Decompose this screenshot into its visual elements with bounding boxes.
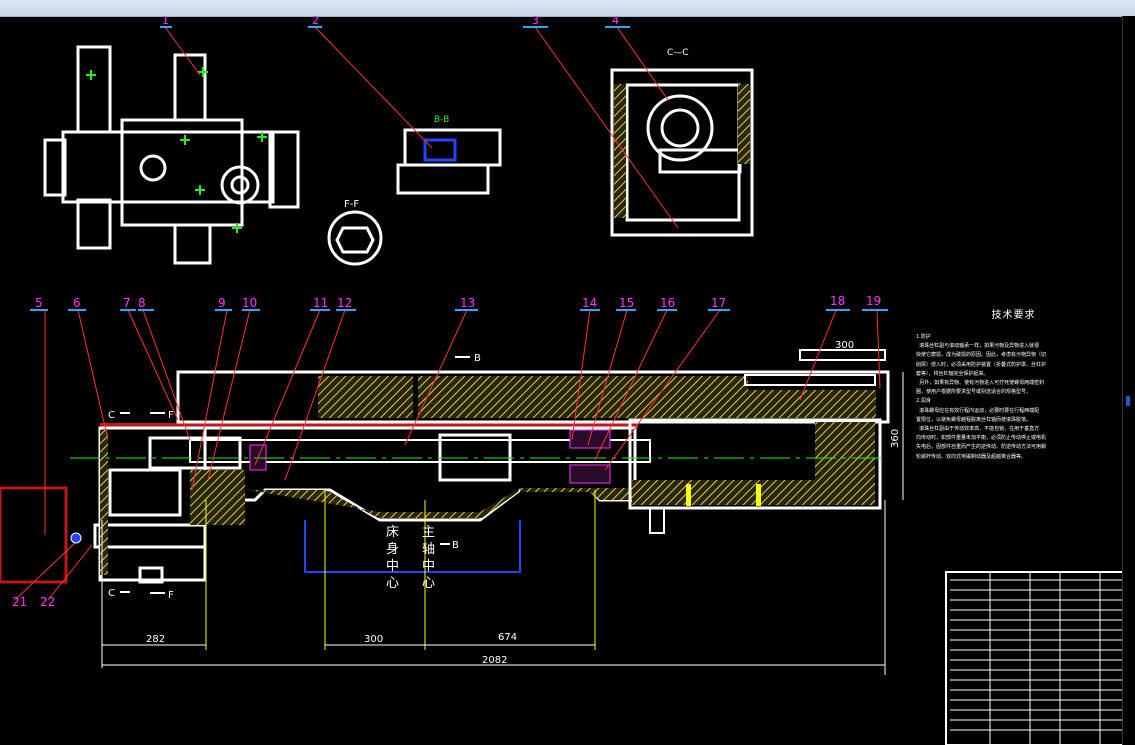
upper-slot	[744, 374, 876, 386]
callout-22: 22	[40, 595, 55, 609]
callout-16: 16	[660, 296, 675, 310]
callout-9: 9	[218, 296, 226, 310]
stop-block-1	[686, 484, 691, 506]
callout-6: 6	[73, 296, 81, 310]
dimension-2082: 2082	[482, 655, 507, 666]
marker-b-bottom: B	[452, 540, 459, 551]
section-bb-label: B-B	[434, 115, 449, 125]
tech-requirement-line: 滚珠丝杠副由于传动效率高，不能自锁，在用于垂直方	[916, 426, 1040, 433]
callout-1: 1	[162, 14, 169, 27]
tech-requirement-line: 置限位，以避免螺母越程脱离丝杠轴而使滚珠脱落。	[916, 416, 1032, 423]
callout-14: 14	[582, 296, 597, 310]
callout-13: 13	[460, 296, 475, 310]
tech-requirement-line: 失电后，因部件自重而产生的逆传动。防逆传动方法可用蜗	[916, 444, 1047, 451]
section-cc-view	[610, 68, 754, 237]
upper-rail	[799, 349, 886, 361]
tech-requirement-line: 2.润滑	[916, 398, 931, 405]
top-left-view	[43, 45, 300, 265]
lower-housing-hatch	[248, 488, 635, 518]
callout-3: 3	[532, 14, 539, 27]
right-housing-hatch	[632, 480, 875, 505]
section-cc-label: C—C	[667, 48, 689, 58]
scroll-thumb[interactable]	[1126, 396, 1130, 406]
callout-10: 10	[242, 296, 257, 310]
tech-requirement-line: 快使它磨损，成为破损的原因。因此，考虑有污物异物（切	[916, 352, 1047, 359]
section-cc-wall-right	[738, 84, 750, 164]
lower-housing	[180, 426, 637, 522]
right-foot	[649, 507, 665, 534]
tech-requirement-line: 削屑）侵入时，必须采用防护装置（折叠式防护罩、丝杠护	[916, 361, 1047, 368]
callout-11: 11	[313, 296, 328, 310]
spindle-center-label: 主轴中心	[422, 525, 436, 591]
callout-18: 18	[830, 294, 845, 308]
motor-coupling-marker	[70, 532, 82, 544]
dimension-360: 360	[890, 429, 901, 448]
tech-requirements-body: 1.防护 滚珠丝杠副与滚动轴承一样，如果污物及异物进入就很 快使它磨损，成为破损的…	[916, 333, 1111, 462]
marker-f-bottom: F	[168, 590, 174, 601]
tech-requirements: 技术要求 1.防护 滚珠丝杠副与滚动轴承一样，如果污物及异物进入就很 快使它磨损，…	[916, 306, 1111, 462]
callout-8: 8	[138, 296, 146, 310]
tech-requirement-line: 套等），将丝杠轴完全保护起来。	[916, 370, 989, 377]
bearing-pink-2	[569, 464, 611, 484]
dimension-300: 300	[364, 634, 383, 645]
section-cc-wall-left	[614, 84, 626, 218]
marker-b-top: B	[474, 353, 481, 364]
callout-15: 15	[619, 296, 634, 310]
bed-center-label-box: 床身中心	[386, 525, 400, 591]
callout-7: 7	[123, 296, 131, 310]
upper-housing-hatch-1	[318, 376, 413, 418]
tech-requirement-line: 向传动时，如部件重量未加平衡，必须防止传动停止或电机	[916, 435, 1047, 442]
callout-2: 2	[312, 14, 319, 27]
callout-12: 12	[337, 296, 352, 310]
upper-housing-hatch-3	[748, 390, 876, 418]
section-bb-view	[396, 128, 502, 195]
spindle-center-label-box: 主轴中心	[422, 525, 436, 591]
title-block	[945, 571, 1133, 745]
dimension-282: 282	[146, 634, 165, 645]
callout-17: 17	[711, 296, 726, 310]
callout-4: 4	[612, 14, 619, 27]
section-ff-label: F-F	[344, 199, 359, 210]
tech-requirement-line: 轮蜗杆传动、双向式电磁制动器及超越离合器等。	[916, 453, 1027, 460]
upper-housing-hatch-2	[418, 376, 748, 418]
main-leader-lines	[14, 309, 881, 601]
bed-center-label: 床身中心	[386, 525, 400, 591]
tech-requirement-line: 另外，如果有异物、使有污物进入可拧死使螺母两端密封	[916, 380, 1045, 387]
title-block-grid	[950, 572, 1132, 745]
dimension-300-top: 300	[835, 340, 854, 351]
tech-requirements-title: 技术要求	[991, 310, 1036, 321]
marker-c-bottom: C	[108, 588, 115, 599]
dimension-674: 674	[498, 632, 517, 643]
section-ff-view	[327, 210, 383, 266]
stop-block-2	[756, 484, 761, 506]
callout-19: 19	[866, 294, 881, 308]
right-housing-hatch-2	[815, 422, 875, 482]
tech-requirement-line: 1.防护	[916, 334, 931, 340]
bed-outline	[304, 520, 521, 573]
marker-f-top: F	[168, 410, 174, 421]
vertical-scrollbar[interactable]	[1122, 16, 1135, 745]
tech-requirement-line: 圈，使用户根据所要求型号或别选适合的规格型号。	[916, 389, 1032, 396]
callout-21: 21	[12, 595, 27, 609]
marker-c-top: C	[108, 410, 115, 421]
motor-outline	[0, 486, 68, 584]
tech-requirement-line: 滚珠丝杠副与滚动轴承一样，如果污物及异物进入就很	[916, 343, 1040, 350]
tech-requirement-line: 滚珠螺母应在有效行程内运动，必要时要在行程两端配	[916, 407, 1040, 414]
callout-5: 5	[35, 296, 43, 310]
left-gearbox-hatch	[100, 430, 108, 575]
left-gearbox-hatch-2	[190, 470, 245, 525]
